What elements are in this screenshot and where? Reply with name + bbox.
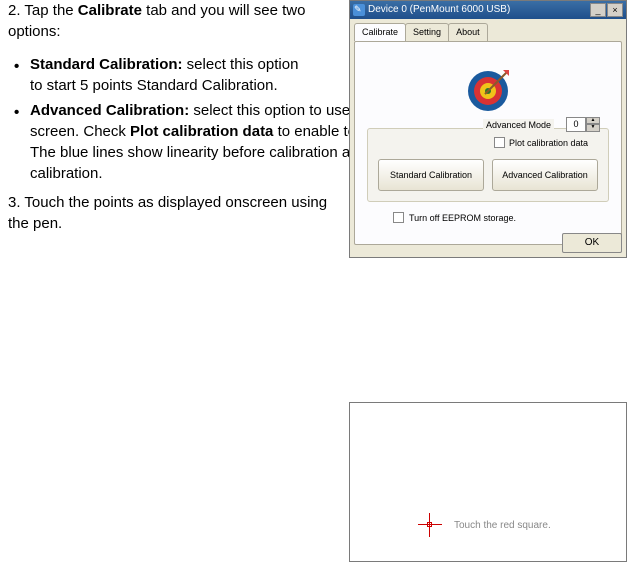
calibration-group: Advanced Mode 0 ▲ ▼ Plot calibration dat… — [367, 128, 609, 202]
plot-calibration-label: Plot calibration data — [509, 137, 588, 150]
checkbox-icon[interactable] — [494, 137, 505, 148]
dialog-titlebar: Device 0 (PenMount 6000 USB) _ × — [350, 1, 626, 19]
bullet-dot-icon: • — [14, 102, 19, 123]
close-button[interactable]: × — [607, 3, 623, 17]
step-2-text: Tap the Calibrate tab and you will see t… — [8, 2, 305, 40]
eeprom-checkbox[interactable]: Turn off EEPROM storage. — [393, 212, 516, 225]
tab-strip: Calibrate Setting About — [350, 19, 626, 41]
ok-button[interactable]: OK — [562, 233, 622, 253]
bullet-standard: • Standard Calibration: select this opti… — [8, 54, 308, 96]
touch-screen-screenshot: Touch the red square. — [349, 402, 627, 562]
target-logo-icon — [465, 68, 511, 114]
tab-panel: Advanced Mode 0 ▲ ▼ Plot calibration dat… — [354, 41, 622, 245]
calibrate-dialog-screenshot: Device 0 (PenMount 6000 USB) _ × Calibra… — [349, 0, 627, 258]
step-3-text: Touch the points as displayed onscreen u… — [8, 194, 327, 232]
chevron-down-icon[interactable]: ▼ — [586, 124, 600, 132]
tab-setting[interactable]: Setting — [405, 23, 449, 41]
standard-calibration-button[interactable]: Standard Calibration — [378, 159, 484, 191]
touch-instruction-text: Touch the red square. — [454, 519, 551, 533]
advanced-calibration-button[interactable]: Advanced Calibration — [492, 159, 598, 191]
window-buttons: _ × — [590, 3, 623, 17]
advanced-mode-spinner[interactable]: 0 ▲ ▼ — [566, 117, 600, 132]
step-3: 3. Touch the points as displayed onscree… — [8, 192, 348, 234]
advanced-mode-value[interactable]: 0 — [566, 117, 586, 132]
eeprom-label: Turn off EEPROM storage. — [409, 212, 516, 225]
step-2-number: 2. — [8, 2, 21, 19]
dialog-title: Device 0 (PenMount 6000 USB) — [353, 3, 510, 17]
spinner-arrows[interactable]: ▲ ▼ — [586, 117, 600, 132]
step-2: 2. Tap the Calibrate tab and you will se… — [8, 0, 308, 42]
plot-calibration-checkbox[interactable]: Plot calibration data — [494, 137, 588, 150]
minimize-button[interactable]: _ — [590, 3, 606, 17]
chevron-up-icon[interactable]: ▲ — [586, 117, 600, 125]
advanced-mode-label: Advanced Mode — [483, 119, 554, 132]
dialog-button-row: OK — [562, 233, 622, 253]
pen-icon — [353, 4, 365, 16]
step-3-number: 3. — [8, 194, 21, 211]
bullet-standard-text: Standard Calibration: select this option… — [30, 54, 308, 96]
tab-about[interactable]: About — [448, 23, 488, 41]
crosshair-center-icon — [427, 522, 432, 527]
crosshair-icon — [418, 513, 442, 537]
bullet-dot-icon: • — [14, 56, 19, 77]
tab-calibrate[interactable]: Calibrate — [354, 23, 406, 41]
checkbox-icon[interactable] — [393, 212, 404, 223]
